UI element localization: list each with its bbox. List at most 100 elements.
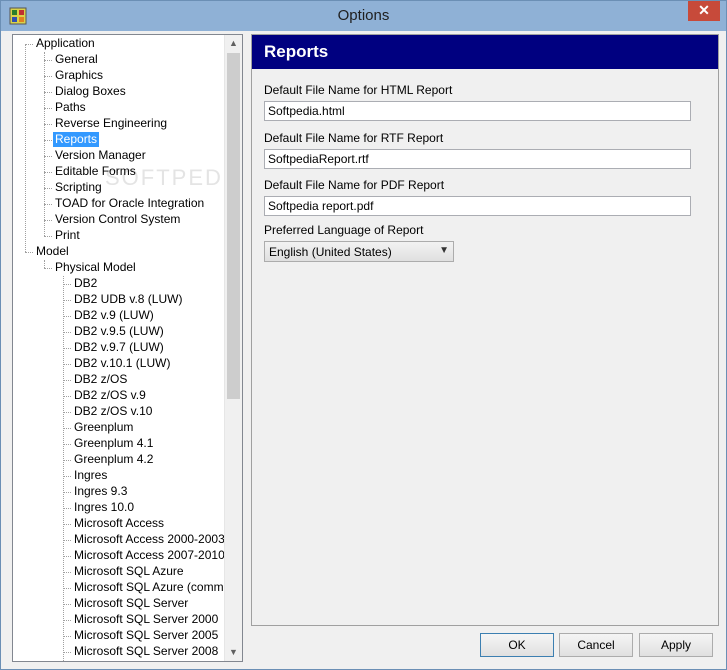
tree-item[interactable]: Ingres 10.0 <box>72 500 136 515</box>
tree-connector <box>44 204 52 205</box>
tree-connector <box>63 508 71 509</box>
rtf-report-input[interactable] <box>264 149 691 169</box>
html-report-input[interactable] <box>264 101 691 121</box>
tree-connector <box>44 108 52 109</box>
tree-item[interactable]: Microsoft SQL Server <box>72 596 190 611</box>
tree-connector <box>44 52 45 236</box>
tree-connector <box>63 460 71 461</box>
tree-item[interactable]: Editable Forms <box>53 164 138 179</box>
tree-connector <box>44 92 52 93</box>
tree-item[interactable]: Microsoft SQL Azure <box>72 564 186 579</box>
tree-item[interactable]: DB2 v.9.7 (LUW) <box>72 340 166 355</box>
tree-connector <box>25 252 33 253</box>
options-window: Options ✕ SOFTPEDIA ApplicationGeneralGr… <box>0 0 727 670</box>
tree-connector <box>44 172 52 173</box>
tree-item[interactable]: Paths <box>53 100 88 115</box>
tree-connector <box>63 396 71 397</box>
tree-item[interactable]: Microsoft Access 2007-2010 <box>72 548 225 563</box>
tree-item[interactable]: Version Manager <box>53 148 148 163</box>
tree-connector <box>63 412 71 413</box>
tree-item[interactable]: Print <box>53 228 82 243</box>
tree-item[interactable]: Greenplum 4.1 <box>72 436 155 451</box>
cancel-button[interactable]: Cancel <box>559 633 633 657</box>
tree-item[interactable]: DB2 z/OS v.9 <box>72 388 148 403</box>
tree-item[interactable]: Model <box>34 244 71 259</box>
tree-item[interactable]: DB2 v.9.5 (LUW) <box>72 324 166 339</box>
tree-item[interactable]: TOAD for Oracle Integration <box>53 196 206 211</box>
tree-connector <box>63 300 71 301</box>
chevron-down-icon: ▼ <box>439 245 449 256</box>
apply-button[interactable]: Apply <box>639 633 713 657</box>
tree-item[interactable]: Microsoft SQL Azure (common) <box>72 580 225 595</box>
tree-item[interactable]: DB2 UDB v.8 (LUW) <box>72 292 184 307</box>
tree-item[interactable]: Application <box>34 36 97 51</box>
tree-connector <box>63 364 71 365</box>
html-report-label: Default File Name for HTML Report <box>264 83 453 97</box>
tree-item[interactable]: Dialog Boxes <box>53 84 128 99</box>
tree-connector <box>63 588 71 589</box>
tree-item[interactable]: DB2 z/OS v.10 <box>72 404 154 419</box>
tree-connector <box>63 572 71 573</box>
tree-connector <box>44 220 52 221</box>
tree-connector <box>63 492 71 493</box>
tree-connector <box>63 476 71 477</box>
tree-item[interactable]: General <box>53 52 100 67</box>
language-select-value: English (United States) <box>269 245 392 259</box>
tree-item[interactable]: Version Control System <box>53 212 182 227</box>
tree-item[interactable]: DB2 v.10.1 (LUW) <box>72 356 172 371</box>
tree-item[interactable]: Reverse Engineering <box>53 116 169 131</box>
tree-item[interactable]: Microsoft Access 2000-2003 <box>72 532 225 547</box>
tree-connector <box>44 140 52 141</box>
tree-connector <box>63 620 71 621</box>
ok-button[interactable]: OK <box>480 633 554 657</box>
tree-item[interactable]: Microsoft SQL Server 2005 <box>72 628 220 643</box>
tree-connector <box>63 444 71 445</box>
scroll-up-arrow-icon[interactable]: ▲ <box>225 35 242 52</box>
tree-item[interactable]: Reports <box>53 132 100 147</box>
tree-item[interactable]: Greenplum 4.2 <box>72 452 155 467</box>
tree-scrollbar[interactable]: ▲ ▼ <box>224 35 242 661</box>
rtf-report-label: Default File Name for RTF Report <box>264 131 444 145</box>
reports-title: Reports <box>264 42 329 61</box>
tree-item[interactable]: Ingres 9.3 <box>72 484 129 499</box>
tree-content: SOFTPEDIA ApplicationGeneralGraphicsDial… <box>13 35 225 661</box>
pdf-report-input[interactable] <box>264 196 691 216</box>
tree-connector <box>63 540 71 541</box>
tree-connector <box>44 76 52 77</box>
title-bar[interactable]: Options ✕ <box>1 1 726 31</box>
reports-header: Reports <box>252 35 718 69</box>
tree-item[interactable]: Scripting <box>53 180 104 195</box>
tree-connector <box>63 348 71 349</box>
language-select[interactable]: English (United States) ▼ <box>264 241 454 262</box>
tree-connector <box>63 276 64 661</box>
tree-connector <box>44 236 52 237</box>
tree-connector <box>44 260 45 268</box>
tree-connector <box>63 332 71 333</box>
tree-item[interactable]: Graphics <box>53 68 105 83</box>
tree-item[interactable]: Physical Model <box>53 260 138 275</box>
scroll-down-arrow-icon[interactable]: ▼ <box>225 644 242 661</box>
tree-connector <box>63 428 71 429</box>
tree-connector <box>63 636 71 637</box>
options-tree[interactable]: SOFTPEDIA ApplicationGeneralGraphicsDial… <box>12 34 243 662</box>
tree-item[interactable]: Microsoft SQL Server 2000 <box>72 612 220 627</box>
language-label: Preferred Language of Report <box>264 223 424 237</box>
tree-connector <box>63 316 71 317</box>
pdf-report-label: Default File Name for PDF Report <box>264 178 445 192</box>
tree-item[interactable]: Ingres <box>72 468 109 483</box>
tree-item[interactable]: DB2 <box>72 276 99 291</box>
window-title: Options <box>337 7 390 24</box>
tree-item[interactable]: Greenplum <box>72 420 135 435</box>
tree-item[interactable]: DB2 v.9 (LUW) <box>72 308 156 323</box>
tree-item[interactable]: Microsoft SQL Server 2008 <box>72 644 220 659</box>
reports-panel: Reports Default File Name for HTML Repor… <box>251 34 719 626</box>
tree-connector <box>63 284 71 285</box>
tree-item[interactable]: DB2 z/OS <box>72 372 129 387</box>
tree-connector <box>63 652 71 653</box>
scroll-thumb[interactable] <box>227 53 240 399</box>
tree-connector <box>63 524 71 525</box>
tree-connector <box>63 556 71 557</box>
tree-connector <box>44 268 52 269</box>
tree-item[interactable]: Microsoft Access <box>72 516 166 531</box>
close-button[interactable]: ✕ <box>688 1 720 21</box>
